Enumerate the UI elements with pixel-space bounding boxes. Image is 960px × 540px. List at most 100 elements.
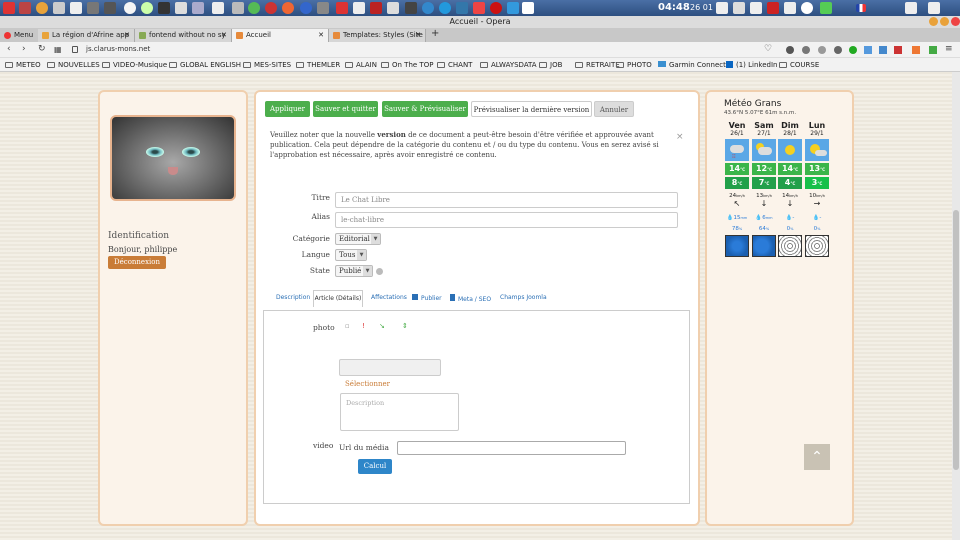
extension-icon[interactable]	[894, 46, 902, 54]
app-icon[interactable]	[141, 2, 153, 14]
scrollbar-thumb[interactable]	[953, 210, 959, 470]
save-preview-button[interactable]: Sauver & Prévisualiser	[382, 101, 468, 117]
app-icon[interactable]	[300, 2, 312, 14]
bookmark-themler[interactable]: THEMLER	[296, 61, 340, 69]
back-icon[interactable]: ‹	[7, 44, 11, 54]
app-icon[interactable]	[507, 2, 519, 14]
calcul-button[interactable]: Calcul	[358, 459, 392, 474]
app-icon[interactable]	[3, 2, 15, 14]
url-field[interactable]: js.clarus-mons.net	[86, 45, 150, 53]
description-textarea[interactable]: Description	[340, 393, 459, 431]
reload-icon[interactable]: ↻	[38, 44, 46, 54]
state-select[interactable]: Publié ▼	[335, 265, 373, 277]
app-icon[interactable]	[36, 2, 48, 14]
category-select[interactable]: Editorial ▼	[335, 233, 381, 245]
app-icon[interactable]	[439, 2, 451, 14]
extension-icon[interactable]	[929, 46, 937, 54]
bookmark-on-the-top[interactable]: On The TOP	[381, 61, 433, 69]
close-tab-icon[interactable]: ✕	[318, 29, 324, 42]
app-icon[interactable]	[473, 2, 485, 14]
bookmark-meteo[interactable]: METEO	[5, 61, 41, 69]
bookmark-garmin[interactable]: Garmin Connect	[658, 61, 726, 69]
app-icon[interactable]	[265, 2, 277, 14]
fit-icon[interactable]: ⇕	[402, 322, 408, 330]
tab-accueil[interactable]: Accueil ✕	[232, 29, 329, 42]
close-tab-icon[interactable]: ✕	[415, 29, 421, 42]
app-icon[interactable]	[212, 2, 224, 14]
app-icon[interactable]	[124, 2, 136, 14]
tab-meta-seo[interactable]: Meta / SEO	[450, 294, 491, 303]
app-icon[interactable]	[405, 2, 417, 14]
bookmark-linkedin[interactable]: (1) LinkedIn	[726, 61, 777, 69]
extension-icon[interactable]	[818, 46, 826, 54]
title-input[interactable]: Le Chat Libre	[335, 192, 678, 208]
tray-icon[interactable]	[716, 2, 728, 14]
extension-icon[interactable]	[864, 46, 872, 54]
heart-icon[interactable]: ♡	[764, 44, 772, 54]
tab-affectations[interactable]: Affectations	[371, 294, 407, 301]
apply-button[interactable]: Appliquer	[265, 101, 310, 117]
extension-icon[interactable]	[802, 46, 810, 54]
app-icon[interactable]	[336, 2, 348, 14]
remove-icon[interactable]: !	[362, 322, 365, 330]
image-tool-icon[interactable]: ▫	[345, 322, 350, 330]
bookmark-mes-sites[interactable]: MES-SITES	[243, 61, 291, 69]
app-icon[interactable]	[192, 2, 204, 14]
media-preview[interactable]	[339, 359, 441, 376]
bookmark-alain[interactable]: ALAIN	[345, 61, 377, 69]
tray-icon[interactable]	[733, 2, 745, 14]
cancel-button[interactable]: Annuler	[594, 101, 634, 117]
extension-icon[interactable]	[879, 46, 887, 54]
app-icon[interactable]	[317, 2, 329, 14]
app-icon[interactable]	[522, 2, 534, 14]
extension-icon[interactable]	[912, 46, 920, 54]
shield-icon[interactable]	[820, 2, 832, 14]
select-media-link[interactable]: Sélectionner	[345, 380, 390, 388]
tab-templates[interactable]: Templates: Styles (Site ✕	[329, 29, 426, 42]
tab-champs-joomla[interactable]: Champs Joomla	[500, 294, 547, 301]
app-icon[interactable]	[456, 2, 468, 14]
app-icon[interactable]	[87, 2, 99, 14]
alias-input[interactable]: le-chat-libre	[335, 212, 678, 228]
minimize-icon[interactable]	[929, 17, 938, 26]
hp-icon[interactable]	[801, 2, 813, 14]
app-icon[interactable]	[490, 2, 502, 14]
app-icon[interactable]	[370, 2, 382, 14]
app-icon[interactable]	[104, 2, 116, 14]
bookmark-nouvelles[interactable]: NOUVELLES	[47, 61, 100, 69]
close-window-icon[interactable]	[951, 17, 960, 26]
extension-icon[interactable]	[786, 46, 794, 54]
app-icon[interactable]	[175, 2, 187, 14]
app-icon[interactable]	[53, 2, 65, 14]
scroll-to-top-button[interactable]: ⌃	[804, 444, 830, 470]
app-icon[interactable]	[422, 2, 434, 14]
bookmark-chant[interactable]: CHANT	[437, 61, 472, 69]
tab-description[interactable]: Description	[276, 294, 310, 301]
language-select[interactable]: Tous ▼	[335, 249, 367, 261]
lock-icon[interactable]	[72, 46, 78, 53]
logout-button[interactable]: Déconnexion	[108, 256, 166, 269]
tab-afrine[interactable]: La région d'Afrine app ✕	[38, 29, 135, 42]
extension-icon[interactable]	[849, 46, 857, 54]
app-icon[interactable]	[248, 2, 260, 14]
forward-icon[interactable]: ›	[22, 44, 26, 54]
app-icon[interactable]	[158, 2, 170, 14]
app-icon[interactable]	[387, 2, 399, 14]
save-close-button[interactable]: Sauver et quitter	[313, 101, 378, 117]
maximize-icon[interactable]	[940, 17, 949, 26]
bookmark-retraite[interactable]: RETRAITE	[575, 61, 620, 69]
app-icon[interactable]	[232, 2, 244, 14]
tray-icon[interactable]	[767, 2, 779, 14]
close-icon[interactable]: ×	[676, 132, 684, 142]
app-icon[interactable]	[19, 2, 31, 14]
flag-icon[interactable]	[856, 4, 866, 12]
menu-icon[interactable]: ≡	[945, 44, 953, 54]
bookmark-photo[interactable]: PHOTO	[616, 61, 652, 69]
preview-last-button[interactable]: Prévisualiser la dernière version	[471, 101, 592, 117]
bookmark-video[interactable]: VIDEO-Musique	[102, 61, 167, 69]
bookmark-global-english[interactable]: GLOBAL ENGLISH	[169, 61, 241, 69]
app-icon[interactable]	[353, 2, 365, 14]
speed-dial-icon[interactable]: ▦	[54, 45, 62, 54]
tab-article-details[interactable]: Article (Détails)	[313, 290, 363, 307]
extension-icon[interactable]	[834, 46, 842, 54]
